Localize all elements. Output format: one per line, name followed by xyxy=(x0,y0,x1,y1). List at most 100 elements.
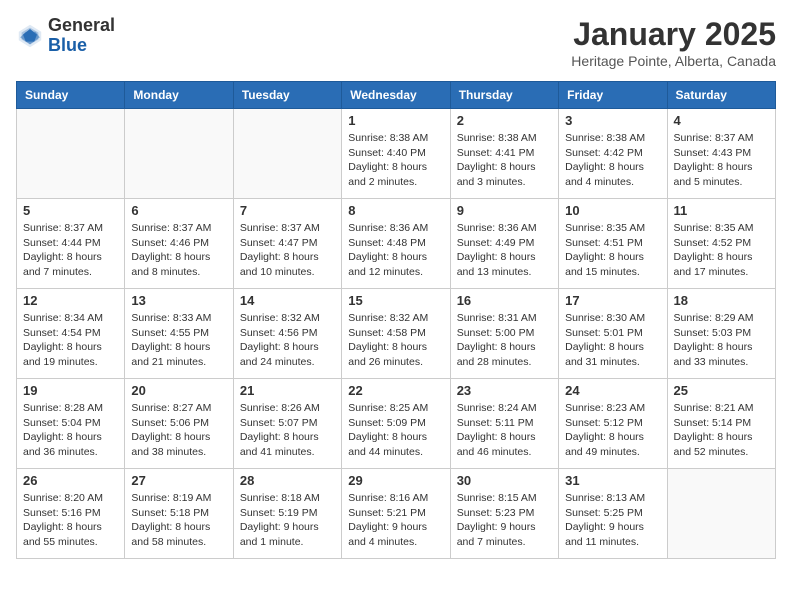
calendar-week-2: 5 Sunrise: 8:37 AM Sunset: 4:44 PM Daylig… xyxy=(17,199,776,289)
day-info: Sunrise: 8:36 AM Sunset: 4:49 PM Dayligh… xyxy=(457,221,552,280)
location: Heritage Pointe, Alberta, Canada xyxy=(571,53,776,69)
day-info: Sunrise: 8:26 AM Sunset: 5:07 PM Dayligh… xyxy=(240,401,335,460)
calendar-week-3: 12 Sunrise: 8:34 AM Sunset: 4:54 PM Dayli… xyxy=(17,289,776,379)
day-number: 7 xyxy=(240,203,335,218)
day-info: Sunrise: 8:25 AM Sunset: 5:09 PM Dayligh… xyxy=(348,401,443,460)
day-number: 4 xyxy=(674,113,769,128)
weekday-header-wednesday: Wednesday xyxy=(342,82,450,109)
day-number: 8 xyxy=(348,203,443,218)
day-number: 31 xyxy=(565,473,660,488)
day-number: 21 xyxy=(240,383,335,398)
calendar-day: 17 Sunrise: 8:30 AM Sunset: 5:01 PM Dayli… xyxy=(559,289,667,379)
calendar-day: 23Sunrise: 8:24 AM Sunset: 5:11 PM Dayli… xyxy=(450,379,558,469)
day-number: 25 xyxy=(674,383,769,398)
day-number: 20 xyxy=(131,383,226,398)
month-title: January 2025 xyxy=(571,16,776,53)
day-info: Sunrise: 8:31 AM Sunset: 5:00 PM Dayligh… xyxy=(457,311,552,370)
calendar-day: 26 Sunrise: 8:20 AM Sunset: 5:16 PM Dayli… xyxy=(17,469,125,559)
calendar-week-5: 26 Sunrise: 8:20 AM Sunset: 5:16 PM Dayli… xyxy=(17,469,776,559)
calendar-day: 1Sunrise: 8:38 AM Sunset: 4:40 PM Daylig… xyxy=(342,109,450,199)
day-info: Sunrise: 8:29 AM Sunset: 5:03 PM Dayligh… xyxy=(674,311,769,370)
day-info: Sunrise: 8:38 AM Sunset: 4:40 PM Dayligh… xyxy=(348,131,443,190)
day-number: 5 xyxy=(23,203,118,218)
day-info: Sunrise: 8:38 AM Sunset: 4:41 PM Dayligh… xyxy=(457,131,552,190)
day-number: 2 xyxy=(457,113,552,128)
day-info: Sunrise: 8:23 AM Sunset: 5:12 PM Dayligh… xyxy=(565,401,660,460)
logo: General Blue xyxy=(16,16,115,56)
day-info: Sunrise: 8:37 AM Sunset: 4:46 PM Dayligh… xyxy=(131,221,226,280)
day-number: 11 xyxy=(674,203,769,218)
day-info: Sunrise: 8:32 AM Sunset: 4:58 PM Dayligh… xyxy=(348,311,443,370)
day-info: Sunrise: 8:16 AM Sunset: 5:21 PM Dayligh… xyxy=(348,491,443,550)
weekday-header-row: SundayMondayTuesdayWednesdayThursdayFrid… xyxy=(17,82,776,109)
calendar-day: 16 Sunrise: 8:31 AM Sunset: 5:00 PM Dayli… xyxy=(450,289,558,379)
day-number: 9 xyxy=(457,203,552,218)
day-info: Sunrise: 8:35 AM Sunset: 4:52 PM Dayligh… xyxy=(674,221,769,280)
calendar-day: 22Sunrise: 8:25 AM Sunset: 5:09 PM Dayli… xyxy=(342,379,450,469)
calendar-week-4: 19 Sunrise: 8:28 AM Sunset: 5:04 PM Dayli… xyxy=(17,379,776,469)
day-info: Sunrise: 8:18 AM Sunset: 5:19 PM Dayligh… xyxy=(240,491,335,550)
calendar-day: 28Sunrise: 8:18 AM Sunset: 5:19 PM Dayli… xyxy=(233,469,341,559)
day-number: 10 xyxy=(565,203,660,218)
calendar-day: 24 Sunrise: 8:23 AM Sunset: 5:12 PM Dayli… xyxy=(559,379,667,469)
day-number: 13 xyxy=(131,293,226,308)
day-number: 15 xyxy=(348,293,443,308)
day-number: 23 xyxy=(457,383,552,398)
calendar-day: 3Sunrise: 8:38 AM Sunset: 4:42 PM Daylig… xyxy=(559,109,667,199)
calendar-day: 7 Sunrise: 8:37 AM Sunset: 4:47 PM Daylig… xyxy=(233,199,341,289)
weekday-header-sunday: Sunday xyxy=(17,82,125,109)
day-number: 27 xyxy=(131,473,226,488)
calendar-week-1: 1Sunrise: 8:38 AM Sunset: 4:40 PM Daylig… xyxy=(17,109,776,199)
day-info: Sunrise: 8:30 AM Sunset: 5:01 PM Dayligh… xyxy=(565,311,660,370)
day-info: Sunrise: 8:19 AM Sunset: 5:18 PM Dayligh… xyxy=(131,491,226,550)
calendar-day: 19 Sunrise: 8:28 AM Sunset: 5:04 PM Dayli… xyxy=(17,379,125,469)
weekday-header-friday: Friday xyxy=(559,82,667,109)
day-number: 26 xyxy=(23,473,118,488)
day-number: 19 xyxy=(23,383,118,398)
calendar-day: 11 Sunrise: 8:35 AM Sunset: 4:52 PM Dayli… xyxy=(667,199,775,289)
day-info: Sunrise: 8:37 AM Sunset: 4:43 PM Dayligh… xyxy=(674,131,769,190)
day-number: 14 xyxy=(240,293,335,308)
calendar-day: 18 Sunrise: 8:29 AM Sunset: 5:03 PM Dayli… xyxy=(667,289,775,379)
day-info: Sunrise: 8:34 AM Sunset: 4:54 PM Dayligh… xyxy=(23,311,118,370)
day-info: Sunrise: 8:15 AM Sunset: 5:23 PM Dayligh… xyxy=(457,491,552,550)
calendar-day xyxy=(233,109,341,199)
day-number: 12 xyxy=(23,293,118,308)
day-number: 3 xyxy=(565,113,660,128)
calendar-day xyxy=(17,109,125,199)
weekday-header-monday: Monday xyxy=(125,82,233,109)
day-number: 30 xyxy=(457,473,552,488)
calendar-day xyxy=(125,109,233,199)
day-number: 24 xyxy=(565,383,660,398)
logo-icon xyxy=(16,22,44,50)
day-info: Sunrise: 8:37 AM Sunset: 4:47 PM Dayligh… xyxy=(240,221,335,280)
logo-blue: Blue xyxy=(48,35,87,55)
calendar-day: 30 Sunrise: 8:15 AM Sunset: 5:23 PM Dayli… xyxy=(450,469,558,559)
day-number: 16 xyxy=(457,293,552,308)
weekday-header-tuesday: Tuesday xyxy=(233,82,341,109)
day-info: Sunrise: 8:21 AM Sunset: 5:14 PM Dayligh… xyxy=(674,401,769,460)
calendar-day: 21 Sunrise: 8:26 AM Sunset: 5:07 PM Dayli… xyxy=(233,379,341,469)
calendar-day: 4 Sunrise: 8:37 AM Sunset: 4:43 PM Daylig… xyxy=(667,109,775,199)
calendar-day: 13 Sunrise: 8:33 AM Sunset: 4:55 PM Dayli… xyxy=(125,289,233,379)
logo-text: General Blue xyxy=(48,16,115,56)
weekday-header-saturday: Saturday xyxy=(667,82,775,109)
page-header: General Blue January 2025 Heritage Point… xyxy=(16,16,776,69)
title-block: January 2025 Heritage Pointe, Alberta, C… xyxy=(571,16,776,69)
calendar-day: 10Sunrise: 8:35 AM Sunset: 4:51 PM Dayli… xyxy=(559,199,667,289)
day-number: 6 xyxy=(131,203,226,218)
calendar-table: SundayMondayTuesdayWednesdayThursdayFrid… xyxy=(16,81,776,559)
logo-general: General xyxy=(48,15,115,35)
calendar-day: 29 Sunrise: 8:16 AM Sunset: 5:21 PM Dayli… xyxy=(342,469,450,559)
day-info: Sunrise: 8:33 AM Sunset: 4:55 PM Dayligh… xyxy=(131,311,226,370)
day-number: 29 xyxy=(348,473,443,488)
calendar-day: 20 Sunrise: 8:27 AM Sunset: 5:06 PM Dayli… xyxy=(125,379,233,469)
day-info: Sunrise: 8:32 AM Sunset: 4:56 PM Dayligh… xyxy=(240,311,335,370)
day-info: Sunrise: 8:28 AM Sunset: 5:04 PM Dayligh… xyxy=(23,401,118,460)
day-info: Sunrise: 8:27 AM Sunset: 5:06 PM Dayligh… xyxy=(131,401,226,460)
day-info: Sunrise: 8:20 AM Sunset: 5:16 PM Dayligh… xyxy=(23,491,118,550)
day-info: Sunrise: 8:37 AM Sunset: 4:44 PM Dayligh… xyxy=(23,221,118,280)
day-number: 18 xyxy=(674,293,769,308)
day-number: 17 xyxy=(565,293,660,308)
calendar-day: 27 Sunrise: 8:19 AM Sunset: 5:18 PM Dayli… xyxy=(125,469,233,559)
